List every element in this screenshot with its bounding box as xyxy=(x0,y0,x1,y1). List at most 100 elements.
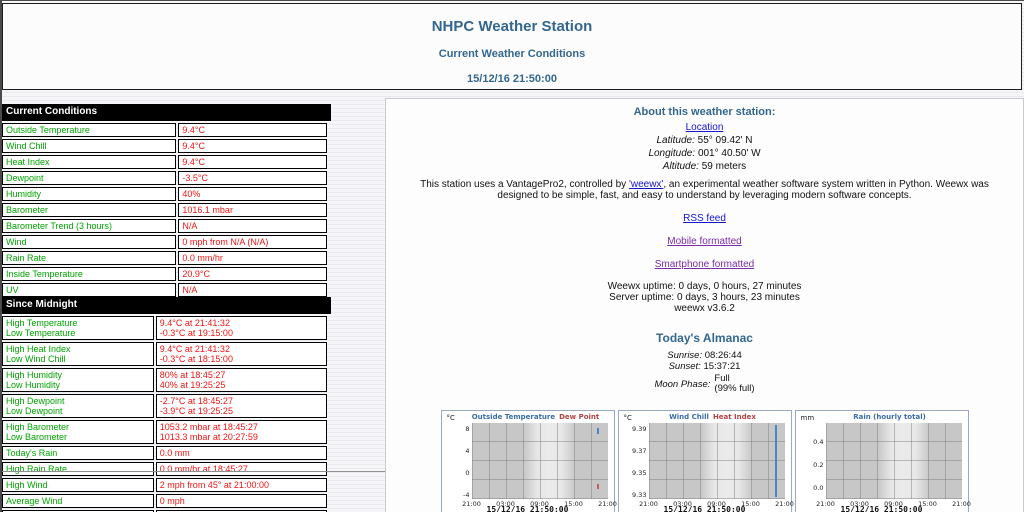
chart-title: Outside Temperature Dew Point xyxy=(471,413,600,421)
latitude-value: 55° 09.42' N xyxy=(697,135,753,146)
longitude-value: 001° 40.50' W xyxy=(697,148,761,159)
stat-value: 2 mph from 45° at 21:00:00 xyxy=(155,478,327,492)
stat-value: N/A xyxy=(178,219,327,233)
stat-label: Heat Index xyxy=(2,155,177,169)
stat-value: 9.4°C xyxy=(178,123,327,137)
stat-label: High Rain Rate xyxy=(2,462,154,476)
chart-caption: 15/12/16 21:50:00 xyxy=(486,505,569,512)
y-axis-tick: 0.2 xyxy=(813,460,824,469)
location-link[interactable]: Location xyxy=(686,122,724,133)
stat-label: High Temperature Low Temperature xyxy=(2,316,154,340)
stat-value: 9.4°C xyxy=(178,155,327,169)
sunrise-value: 08:26:44 xyxy=(704,350,742,361)
stat-label: Inside Temperature xyxy=(2,267,177,281)
chart-data-mark xyxy=(596,483,599,490)
chart-data-mark xyxy=(774,424,777,498)
weewx-version: weewx v3.6.2 xyxy=(674,303,735,314)
moon-phase-line: Moon Phase: Full (99% full) xyxy=(654,373,755,394)
stat-value: 0 mph xyxy=(155,494,327,508)
table-row: UV N/A xyxy=(2,283,327,297)
moon-phase-detail: (99% full) xyxy=(714,383,755,394)
about-heading: About this weather station: xyxy=(633,106,776,118)
page-subtitle: Current Weather Conditions xyxy=(438,48,586,60)
page-datetime: 15/12/16 21:50:00 xyxy=(467,73,557,85)
current-conditions-table: Outside Temperature 9.4°C Wind Chill 9.4°C H… xyxy=(2,121,329,315)
stat-value: 80% at 18:45:27 40% at 19:25:25 xyxy=(155,368,327,392)
current-conditions-title: Current Conditions xyxy=(2,104,331,121)
table-row: Inside Temperature 20.9°C xyxy=(2,267,327,281)
y-axis-tick: 9.33 xyxy=(632,491,647,500)
y-axis-tick: 0.0 xyxy=(813,483,824,492)
rss-feed-link[interactable]: RSS feed xyxy=(683,213,726,224)
y-axis-tick: -4 xyxy=(463,491,470,500)
almanac-heading: Today's Almanac xyxy=(656,331,753,345)
current-conditions-section: Current Conditions Outside Temperature 9.… xyxy=(2,104,331,315)
chart-title: Wind Chill Heat Index xyxy=(669,413,756,421)
altitude-label: Altitude: xyxy=(662,161,699,172)
stat-label: Barometer xyxy=(2,203,177,217)
table-row: High Humidity Low Humidity 80% at 18:45:27… xyxy=(2,368,327,392)
stat-value: 0.0 mm/hr at 18:45:27 xyxy=(155,462,327,476)
stat-label: Humidity xyxy=(2,187,177,201)
table-row: Wind Chill 9.4°C xyxy=(2,139,327,153)
chart-thumbnail-rain-hourly-total-[interactable]: mm Rain (hourly total) 0.4 0.2 0.0 21:00 03:00… xyxy=(794,410,971,512)
stat-label: High Wind xyxy=(2,478,154,492)
sunset-line: Sunset: 15:37:21 xyxy=(668,361,741,372)
stat-label: Outside Temperature xyxy=(2,123,177,137)
stat-value: 0 mph from N/A (N/A) xyxy=(178,235,327,249)
chart-plot-area xyxy=(648,423,785,499)
weather-station-page: NHPC Weather Station Current Weather Con… xyxy=(0,0,1024,512)
table-row: Today's Rain 0.0 mm xyxy=(2,446,327,460)
stat-value: 9.4°C at 21:41:32 -0.3°C at 18:15:00 xyxy=(155,342,327,366)
stat-label: Wind Chill xyxy=(2,139,177,153)
chart-plot-area xyxy=(471,423,608,499)
stat-label: Wind xyxy=(2,235,177,249)
stat-label: Dewpoint xyxy=(2,171,177,185)
page-header: NHPC Weather Station Current Weather Con… xyxy=(2,3,1022,90)
chart-plot-area xyxy=(825,423,962,499)
page-title: NHPC Weather Station xyxy=(431,18,593,35)
weewx-link[interactable]: 'weewx' xyxy=(629,179,663,190)
sunset-value: 15:37:21 xyxy=(703,361,741,372)
stat-value: -3.5°C xyxy=(178,171,327,185)
table-row: Barometer Trend (3 hours) N/A xyxy=(2,219,327,233)
stat-value: 1016.1 mbar xyxy=(178,203,327,217)
chart-unit-label: °C xyxy=(623,414,632,422)
chart-caption: 15/12/16 21:50:00 xyxy=(663,505,746,512)
table-row: High Barometer Low Barometer 1053.2 mbar a… xyxy=(2,420,327,444)
chart-unit-label: mm xyxy=(800,414,815,422)
uptime-block: Weewx uptime: 0 days, 0 hours, 27 minute… xyxy=(386,281,1023,314)
mobile-formatted-link[interactable]: Mobile formatted xyxy=(667,236,741,247)
table-row: High Wind 2 mph from 45° at 21:00:00 xyxy=(2,478,327,492)
latitude-label: Latitude: xyxy=(656,135,695,146)
station-description: This station uses a VantagePro2, control… xyxy=(420,179,989,201)
chart-thumbnail-outside-temperature[interactable]: °C Outside Temperature Dew Point 8 4 0 -4 21:00… xyxy=(440,410,617,512)
stat-value: 9.4°C at 21:41:32 -0.3°C at 19:15:00 xyxy=(155,316,327,340)
stat-label: High Dewpoint Low Dewpoint xyxy=(2,394,154,418)
stat-label: Today's Rain xyxy=(2,446,154,460)
y-axis-tick: 0 xyxy=(465,469,470,478)
latitude-line: Latitude: 55° 09.42' N xyxy=(386,134,1023,147)
sunrise-line: Sunrise: 08:26:44 xyxy=(667,350,742,361)
table-row: High Temperature Low Temperature 9.4°C at … xyxy=(2,316,327,340)
smartphone-formatted-link[interactable]: Smartphone formatted xyxy=(655,259,755,270)
y-axis-tick: 9.35 xyxy=(632,469,647,478)
stat-label: Average Wind xyxy=(2,494,154,508)
stat-label: High Humidity Low Humidity xyxy=(2,368,154,392)
stat-value: N/A xyxy=(178,283,327,297)
table-row: Wind 0 mph from N/A (N/A) xyxy=(2,235,327,249)
altitude-value: 59 meters xyxy=(701,161,747,172)
y-axis-tick: 9.37 xyxy=(632,447,647,456)
table-row: Barometer 1016.1 mbar xyxy=(2,203,327,217)
table-row: High Heat Index Low Wind Chill 9.4°C at 21… xyxy=(2,342,327,366)
y-axis-tick: 4 xyxy=(465,447,470,456)
since-midnight-section: Since Midnight High Temperature Low Tempe… xyxy=(2,297,331,512)
weewx-uptime: Weewx uptime: 0 days, 0 hours, 27 minute… xyxy=(607,281,802,292)
stat-value: -2.7°C at 18:45:27 -3.9°C at 19:25:25 xyxy=(155,394,327,418)
stat-label: High Heat Index Low Wind Chill xyxy=(2,342,154,366)
chart-thumbnail-wind-chill[interactable]: °C Wind Chill Heat Index 9.39 9.37 9.35 9.33 21… xyxy=(617,410,794,512)
y-axis-tick: 8 xyxy=(465,425,470,434)
stat-label: Rain Rate xyxy=(2,251,177,265)
table-row: Outside Temperature 9.4°C xyxy=(2,123,327,137)
y-axis-tick: 9.39 xyxy=(632,425,647,434)
